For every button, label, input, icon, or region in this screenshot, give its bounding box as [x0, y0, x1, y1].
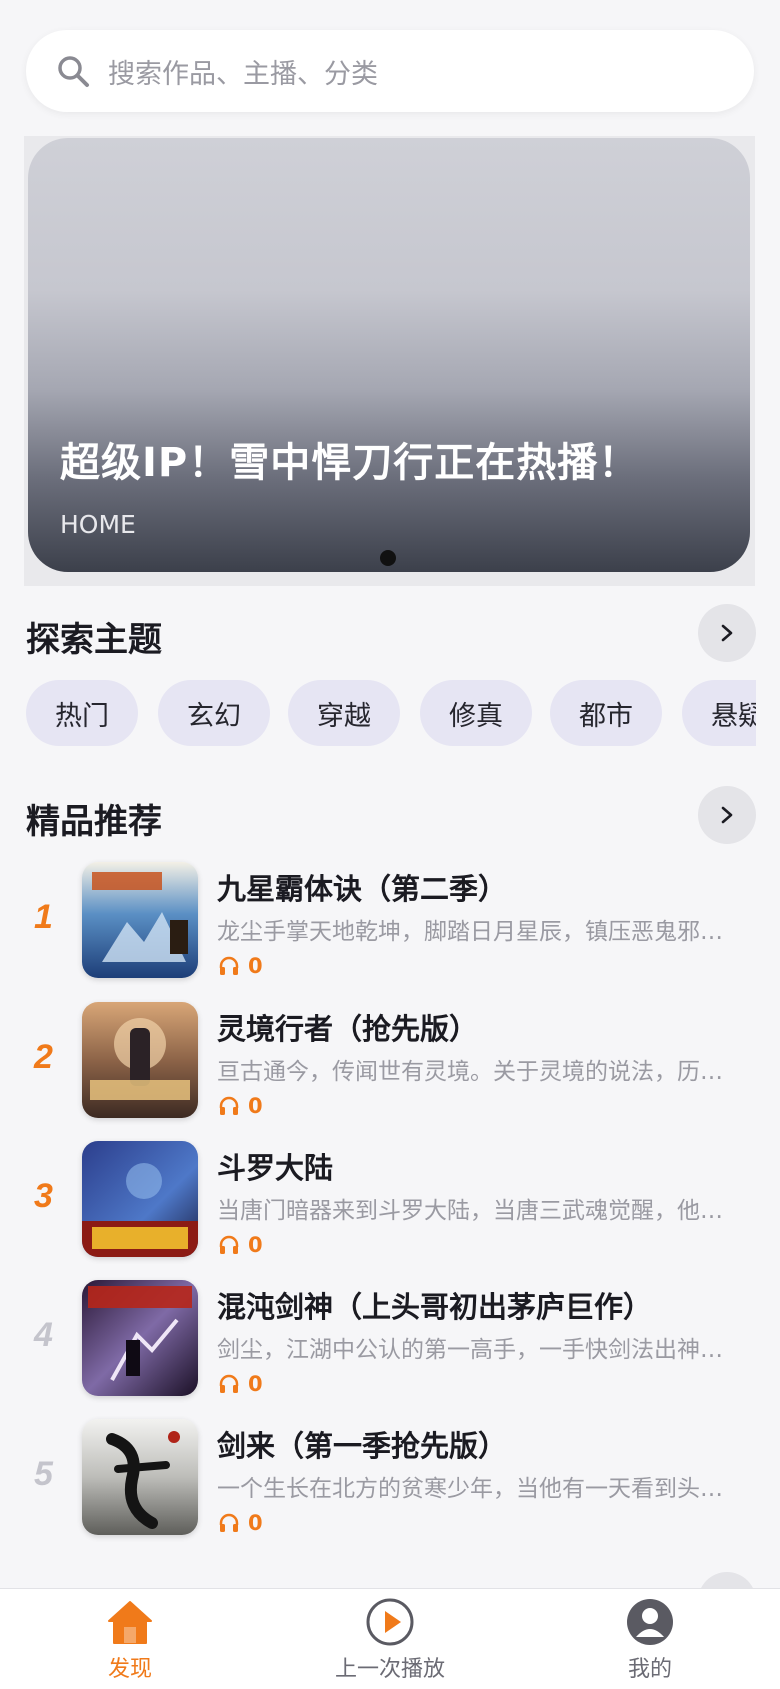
tab-profile[interactable]: 我的 [560, 1589, 740, 1689]
play-circle-icon [366, 1598, 414, 1646]
book-cover [82, 862, 198, 978]
rank-number: 5 [34, 1455, 53, 1493]
play-count-value: 0 [248, 1094, 263, 1118]
rank-number: 4 [34, 1316, 53, 1354]
topic-chip[interactable]: 悬疑 [682, 680, 756, 746]
banner-subtitle: HOME [60, 510, 136, 539]
book-description: 龙尘手掌天地乾坤，脚踏日月星辰，镇压恶鬼邪神，横推万古 [217, 919, 745, 945]
tab-last-played[interactable]: 上一次播放 [300, 1589, 480, 1689]
play-count-value: 0 [248, 1511, 263, 1535]
topic-chip[interactable]: 都市 [550, 680, 662, 746]
tab-discover[interactable]: 发现 [40, 1589, 220, 1689]
headphones-icon [219, 1096, 239, 1115]
play-count: 0 [218, 1511, 263, 1535]
carousel-indicator-dot[interactable] [380, 550, 396, 566]
list-item[interactable]: 1 九星霸体诀（第二季） 龙尘手掌天地乾坤，脚踏日月星辰，镇压恶鬼邪神，横推万古… [0, 862, 780, 986]
list-item[interactable]: 5 剑来（第一季抢先版） 一个生长在北方的贫寒少年，当他有一天看到头顶的那片天空… [0, 1419, 780, 1543]
banner-carousel: 超级IP！雪中悍刀行正在热播！ HOME [24, 136, 755, 586]
play-count: 0 [218, 954, 263, 978]
topics-more-button[interactable] [698, 604, 756, 662]
headphones-icon [219, 956, 239, 975]
tab-label: 我的 [627, 1657, 672, 1682]
book-cover [82, 1280, 198, 1396]
book-title: 九星霸体诀（第二季） [217, 872, 508, 906]
play-count: 0 [218, 1094, 263, 1118]
play-count: 0 [218, 1372, 263, 1396]
play-count-value: 0 [248, 1233, 263, 1257]
book-title: 混沌剑神（上头哥初出茅庐巨作） [217, 1290, 653, 1324]
topic-chip[interactable]: 玄幻 [158, 680, 270, 746]
rank-number: 3 [34, 1177, 53, 1215]
tab-label: 发现 [107, 1657, 152, 1682]
topic-chip[interactable]: 穿越 [288, 680, 400, 746]
play-count: 0 [218, 1233, 263, 1257]
bottom-tab-bar: 发现 上一次播放 我的 [0, 1588, 780, 1689]
chevron-right-icon [721, 806, 733, 824]
list-item[interactable]: 3 斗罗大陆 当唐门暗器来到斗罗大陆，当唐三武魂觉醒，他能否在这片大陆上 0 [0, 1141, 780, 1265]
chevron-right-icon [721, 624, 733, 642]
search-icon [58, 56, 89, 87]
book-title: 剑来（第一季抢先版） [217, 1429, 508, 1463]
banner-slide[interactable]: 超级IP！雪中悍刀行正在热播！ HOME [28, 138, 750, 572]
profile-icon [627, 1599, 673, 1645]
book-description: 当唐门暗器来到斗罗大陆，当唐三武魂觉醒，他能否在这片大陆上 [217, 1198, 745, 1224]
headphones-icon [219, 1235, 239, 1254]
section-title-featured: 精品推荐 [26, 802, 162, 842]
banner-title: 超级IP！雪中悍刀行正在热播！ [60, 440, 640, 486]
book-title: 斗罗大陆 [217, 1151, 334, 1185]
book-description: 亘古通今，传闻世有灵境。关于灵境的说法，历朝历代众说纷纭 [217, 1059, 745, 1085]
topic-chip[interactable]: 修真 [420, 680, 532, 746]
book-cover [82, 1141, 198, 1257]
list-item[interactable]: 4 混沌剑神（上头哥初出茅庐巨作） 剑尘，江湖中公认的第一高手，一手快剑法出神入… [0, 1280, 780, 1404]
tab-label: 上一次播放 [334, 1657, 445, 1682]
book-title: 灵境行者（抢先版） [217, 1012, 479, 1046]
search-placeholder: 搜索作品、主播、分类 [108, 58, 378, 90]
play-count-value: 0 [248, 954, 263, 978]
headphones-icon [219, 1374, 239, 1393]
rank-number: 1 [34, 898, 53, 936]
book-cover [82, 1419, 198, 1535]
book-description: 剑尘，江湖中公认的第一高手，一手快剑法出神入化，纵横江湖 [217, 1337, 745, 1363]
topic-chip-list: 热门 玄幻 穿越 修真 都市 悬疑 [26, 680, 756, 748]
home-icon [108, 1601, 152, 1644]
rank-number: 2 [34, 1038, 53, 1076]
book-description: 一个生长在北方的贫寒少年，当他有一天看到头顶的那片天空 [217, 1476, 745, 1502]
list-item[interactable]: 2 灵境行者（抢先版） 亘古通今，传闻世有灵境。关于灵境的说法，历朝历代众说纷纭… [0, 1002, 780, 1126]
play-count-value: 0 [248, 1372, 263, 1396]
search-bar[interactable]: 搜索作品、主播、分类 [26, 30, 754, 112]
topic-chip[interactable]: 热门 [26, 680, 138, 746]
section-title-topics: 探索主题 [26, 620, 162, 660]
featured-more-button[interactable] [698, 786, 756, 844]
headphones-icon [219, 1513, 239, 1532]
book-cover [82, 1002, 198, 1118]
